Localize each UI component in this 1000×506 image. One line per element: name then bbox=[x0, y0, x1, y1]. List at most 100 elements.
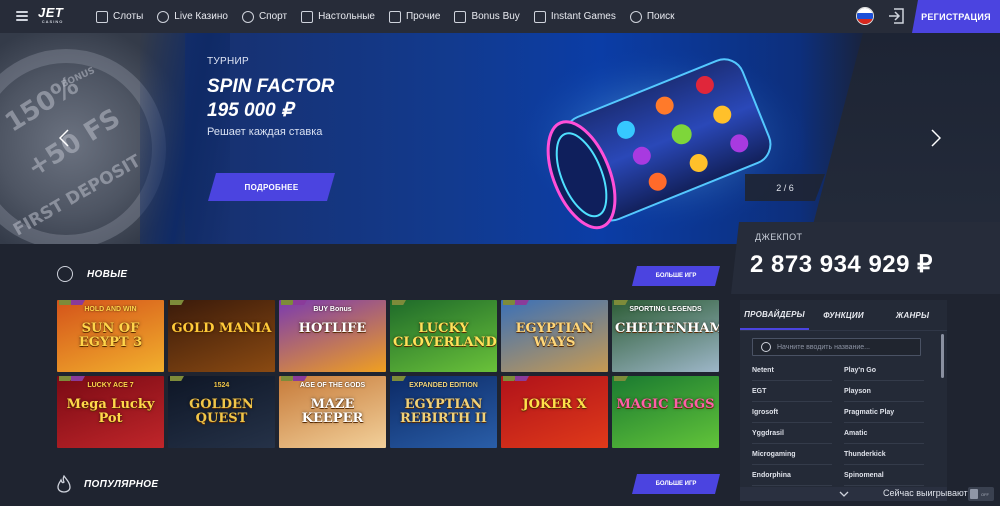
logo-text: JET bbox=[38, 5, 64, 20]
game-subtitle: EXPANDED EDITION bbox=[409, 382, 478, 389]
providers-scrollbar[interactable] bbox=[941, 334, 944, 378]
menu-icon[interactable] bbox=[16, 11, 28, 21]
now-winning-toggle[interactable]: OFF bbox=[968, 487, 994, 501]
nav-sport[interactable]: Спорт bbox=[241, 0, 287, 33]
now-winning-label: Сейчас выигрывают bbox=[883, 488, 968, 498]
provider-item[interactable]: Playson bbox=[844, 381, 924, 402]
register-button[interactable]: РЕГИСТРАЦИЯ bbox=[912, 0, 1000, 33]
game-tile[interactable]: JOKER X bbox=[501, 376, 608, 448]
game-title: SUN OF EGYPT 3 bbox=[78, 321, 143, 350]
provider-item[interactable]: EGT bbox=[752, 381, 832, 402]
nav-label: Instant Games bbox=[550, 11, 616, 22]
provider-search-input[interactable]: Начните вводить название... bbox=[752, 338, 921, 356]
provider-row: Microgaming Thunderkick bbox=[752, 444, 936, 465]
provider-item[interactable]: Microgaming bbox=[752, 444, 832, 465]
game-subtitle: LUCKY ACE 7 bbox=[87, 382, 134, 389]
game-title: Mega Lucky Pot bbox=[66, 397, 155, 426]
game-tile[interactable]: 1524 GOLDEN QUEST bbox=[168, 376, 275, 448]
search-icon bbox=[761, 342, 771, 352]
game-subtitle: HOLD AND WIN bbox=[84, 306, 137, 313]
game-tag bbox=[614, 376, 628, 381]
game-subtitle: 1524 bbox=[213, 382, 230, 389]
game-tile[interactable]: SPORTING LEGENDS CHELTENHAM bbox=[612, 300, 719, 372]
live-casino-icon bbox=[157, 10, 170, 23]
providers-list: Netent Play'n Go EGT Playson Igrosoft Pragm… bbox=[752, 360, 936, 486]
provider-row: EGT Playson bbox=[752, 381, 936, 402]
game-tile[interactable]: LUCKY CLOVERLAND bbox=[390, 300, 497, 372]
nav-search[interactable]: Поиск bbox=[629, 0, 675, 33]
game-tile[interactable]: GOLD MANIA bbox=[168, 300, 275, 372]
nav-label: Bonus Buy bbox=[471, 11, 520, 22]
game-tag bbox=[515, 376, 529, 381]
provider-item[interactable]: Amatic bbox=[844, 423, 924, 444]
game-tag bbox=[503, 376, 517, 381]
game-title: MAGIC EGGS bbox=[616, 397, 715, 412]
nav-live-casino[interactable]: Live Казино bbox=[157, 0, 228, 33]
banner-right-panel bbox=[808, 33, 1000, 244]
game-tile[interactable]: AGE OF THE GODS MAZE KEEPER bbox=[279, 376, 386, 448]
toggle-label: OFF bbox=[981, 491, 989, 497]
game-tag bbox=[503, 300, 517, 305]
provider-item[interactable]: Netent bbox=[752, 360, 832, 381]
tab-providers[interactable]: ПРОВАЙДЕРЫ bbox=[740, 300, 809, 330]
nav-bonus-buy[interactable]: Bonus Buy bbox=[454, 0, 520, 33]
game-tag bbox=[59, 376, 73, 381]
promo-subtitle: Решает каждая ставка bbox=[207, 126, 323, 138]
game-tag bbox=[614, 300, 628, 305]
nav-table-games[interactable]: Настольные bbox=[301, 0, 375, 33]
login-icon[interactable] bbox=[888, 8, 905, 24]
game-tile[interactable]: BUY Bonus HOTLIFE bbox=[279, 300, 386, 372]
games-grid: HOLD AND WIN SUN OF EGYPT 3 GOLD MANIA BUY … bbox=[57, 300, 721, 448]
game-tag bbox=[59, 300, 73, 305]
more-games-new-button[interactable]: БОЛЬШЕ ИГР bbox=[632, 266, 720, 286]
nav-label: Поиск bbox=[646, 11, 675, 22]
logo-subtext: CASINO bbox=[41, 19, 64, 24]
game-tag bbox=[392, 300, 406, 305]
chevron-down-icon bbox=[839, 491, 848, 497]
promo-amount: 195 000 ₽ bbox=[207, 100, 294, 121]
logo[interactable]: JET CASINO bbox=[38, 5, 64, 24]
top-bar: JET CASINO Слоты Live Казино Спорт Насто… bbox=[0, 0, 1000, 33]
game-tag bbox=[71, 300, 85, 305]
tab-features[interactable]: ФУНКЦИИ bbox=[809, 300, 878, 330]
provider-item[interactable]: Igrosoft bbox=[752, 402, 832, 423]
game-tile[interactable]: HOLD AND WIN SUN OF EGYPT 3 bbox=[57, 300, 164, 372]
russian-flag-icon[interactable] bbox=[856, 7, 874, 25]
nav-instant-games[interactable]: Instant Games bbox=[533, 0, 616, 33]
provider-item[interactable]: Play'n Go bbox=[844, 360, 924, 381]
game-title: CHELTENHAM bbox=[615, 321, 719, 336]
more-games-popular-button[interactable]: БОЛЬШЕ ИГР bbox=[632, 474, 720, 494]
promo-details-button[interactable]: ПОДРОБНЕЕ bbox=[208, 173, 335, 201]
game-tile[interactable]: EXPANDED EDITION EGYPTIAN REBIRTH II bbox=[390, 376, 497, 448]
search-placeholder: Начните вводить название... bbox=[777, 343, 870, 351]
tab-genres[interactable]: ЖАНРЫ bbox=[878, 300, 947, 330]
game-title: GOLD MANIA bbox=[171, 321, 272, 336]
table-games-icon bbox=[301, 10, 314, 23]
game-title: EGYPTIAN WAYS bbox=[515, 321, 594, 350]
game-tag bbox=[170, 300, 184, 305]
chevron-right-icon[interactable] bbox=[931, 129, 941, 147]
provider-item[interactable]: Thunderkick bbox=[844, 444, 924, 465]
game-tag bbox=[281, 376, 295, 381]
nav-other[interactable]: Прочие bbox=[388, 0, 441, 33]
section-title-new: НОВЫЕ bbox=[87, 269, 128, 280]
game-tile[interactable]: LUCKY ACE 7 Mega Lucky Pot bbox=[57, 376, 164, 448]
nav-label: Прочие bbox=[405, 11, 441, 22]
provider-item[interactable]: Endorphina bbox=[752, 465, 832, 486]
providers-panel: ПРОВАЙДЕРЫ ФУНКЦИИ ЖАНРЫ Начните вводить… bbox=[740, 300, 947, 487]
provider-item[interactable]: Yggdrasil bbox=[752, 423, 832, 444]
game-subtitle: AGE OF THE GODS bbox=[299, 382, 366, 389]
nav-slots[interactable]: Слоты bbox=[96, 0, 143, 33]
chevron-left-icon[interactable] bbox=[59, 129, 69, 147]
game-tag bbox=[392, 376, 406, 381]
jackpot-value: 2 873 934 929 ₽ bbox=[750, 251, 933, 278]
game-tile[interactable]: MAGIC EGGS bbox=[612, 376, 719, 448]
bonus-buy-icon bbox=[454, 10, 467, 23]
slots-icon bbox=[96, 10, 108, 23]
nav-label: Слоты bbox=[113, 11, 144, 22]
provider-item[interactable]: Spinomenal bbox=[844, 465, 924, 486]
flame-icon bbox=[57, 475, 71, 493]
provider-item[interactable]: Pragmatic Play bbox=[844, 402, 924, 423]
game-tile[interactable]: EGYPTIAN WAYS bbox=[501, 300, 608, 372]
promo-banner: BONUS 150% +50 FS FIRST DEPOSIT ТУРНИР S… bbox=[0, 33, 1000, 244]
